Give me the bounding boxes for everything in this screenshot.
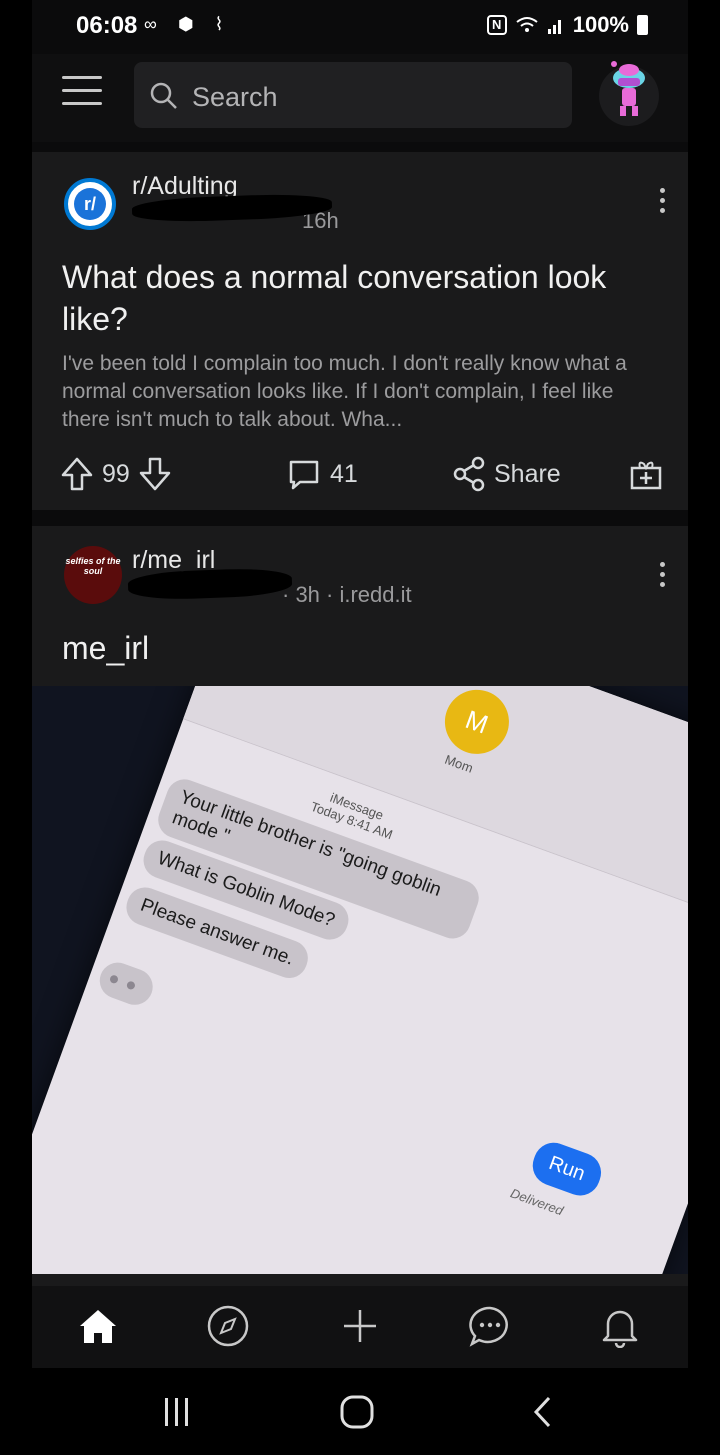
status-notification-icons: ∞ ⬢ ⌇ [144,14,232,34]
upvote-icon[interactable] [60,456,94,492]
recent-apps-icon[interactable] [152,1392,202,1432]
user-avatar[interactable] [598,58,660,128]
subreddit-icon[interactable]: r/ [64,178,116,230]
comment-count: 41 [330,459,358,488]
bottom-navigation [32,1286,688,1368]
award-button[interactable] [628,452,664,496]
back-icon[interactable] [518,1392,568,1432]
search-placeholder: Search [192,82,278,112]
nfc-icon: N [486,15,507,35]
post-card[interactable]: r/ r/Adulting 16h What does a normal con… [32,152,688,510]
downvote-icon[interactable] [138,456,172,492]
compass-icon [207,1305,249,1347]
share-icon [453,456,485,492]
status-time: 06:08 [76,12,138,39]
chat-icon [469,1306,508,1347]
app-header: Search [32,54,688,142]
plus-icon [344,1310,376,1342]
post-meta: · 3h · i.redd.it [282,582,412,607]
post-title[interactable]: What does a normal conversation look lik… [62,256,642,340]
typing-indicator [94,957,158,1010]
signal-icon [547,20,561,34]
battery-percent: 100% [572,12,629,37]
hamburger-menu-icon[interactable] [62,76,102,110]
search-bar[interactable]: Search [134,62,572,128]
more-options-icon[interactable] [658,562,666,592]
nav-inbox[interactable] [590,1298,650,1354]
post-actions: 99 41 Share [60,452,670,496]
status-bar: 06:08 ∞ ⬢ ⌇ N 100% [32,0,688,54]
nav-chat[interactable] [460,1298,520,1354]
more-options-icon[interactable] [658,188,666,218]
home-button-icon[interactable] [332,1392,382,1432]
bell-icon [602,1310,638,1348]
nav-home[interactable] [68,1298,128,1354]
share-label: Share [494,459,561,488]
nav-discover[interactable] [198,1298,258,1354]
reply-bubble: Run [527,1137,607,1202]
post-card[interactable]: selfies of the soul r/me_irl · 3h · i.re… [32,526,688,1286]
nav-create[interactable] [330,1298,390,1354]
gift-icon [630,461,662,490]
system-navigation [32,1368,688,1455]
phone-photo: ıll ⌔ ▭ M Mom iMessage Today 8:41 AM You… [32,686,688,1274]
status-right: N 100% [486,12,648,38]
delivered-status: Delivered [508,1185,566,1219]
wifi-icon [516,17,538,32]
app-frame: 06:08 ∞ ⬢ ⌇ N 100% Search r/ r/Adulting … [32,0,688,1455]
vote-count: 99 [102,459,130,488]
post-title[interactable]: me_irl [62,630,149,667]
comments-button[interactable]: 41 [286,452,358,496]
share-button[interactable]: Share [452,452,561,496]
contact-name: Mom [442,751,476,776]
home-icon [80,1310,116,1343]
comment-icon [289,460,319,490]
vote-group: 99 [60,452,172,496]
subreddit-icon[interactable]: selfies of the soul [64,546,122,604]
battery-icon [637,15,648,35]
post-image[interactable]: ıll ⌔ ▭ M Mom iMessage Today 8:41 AM You… [32,686,688,1274]
post-body-preview[interactable]: I've been told I complain too much. I do… [62,350,662,434]
search-icon [150,82,177,109]
